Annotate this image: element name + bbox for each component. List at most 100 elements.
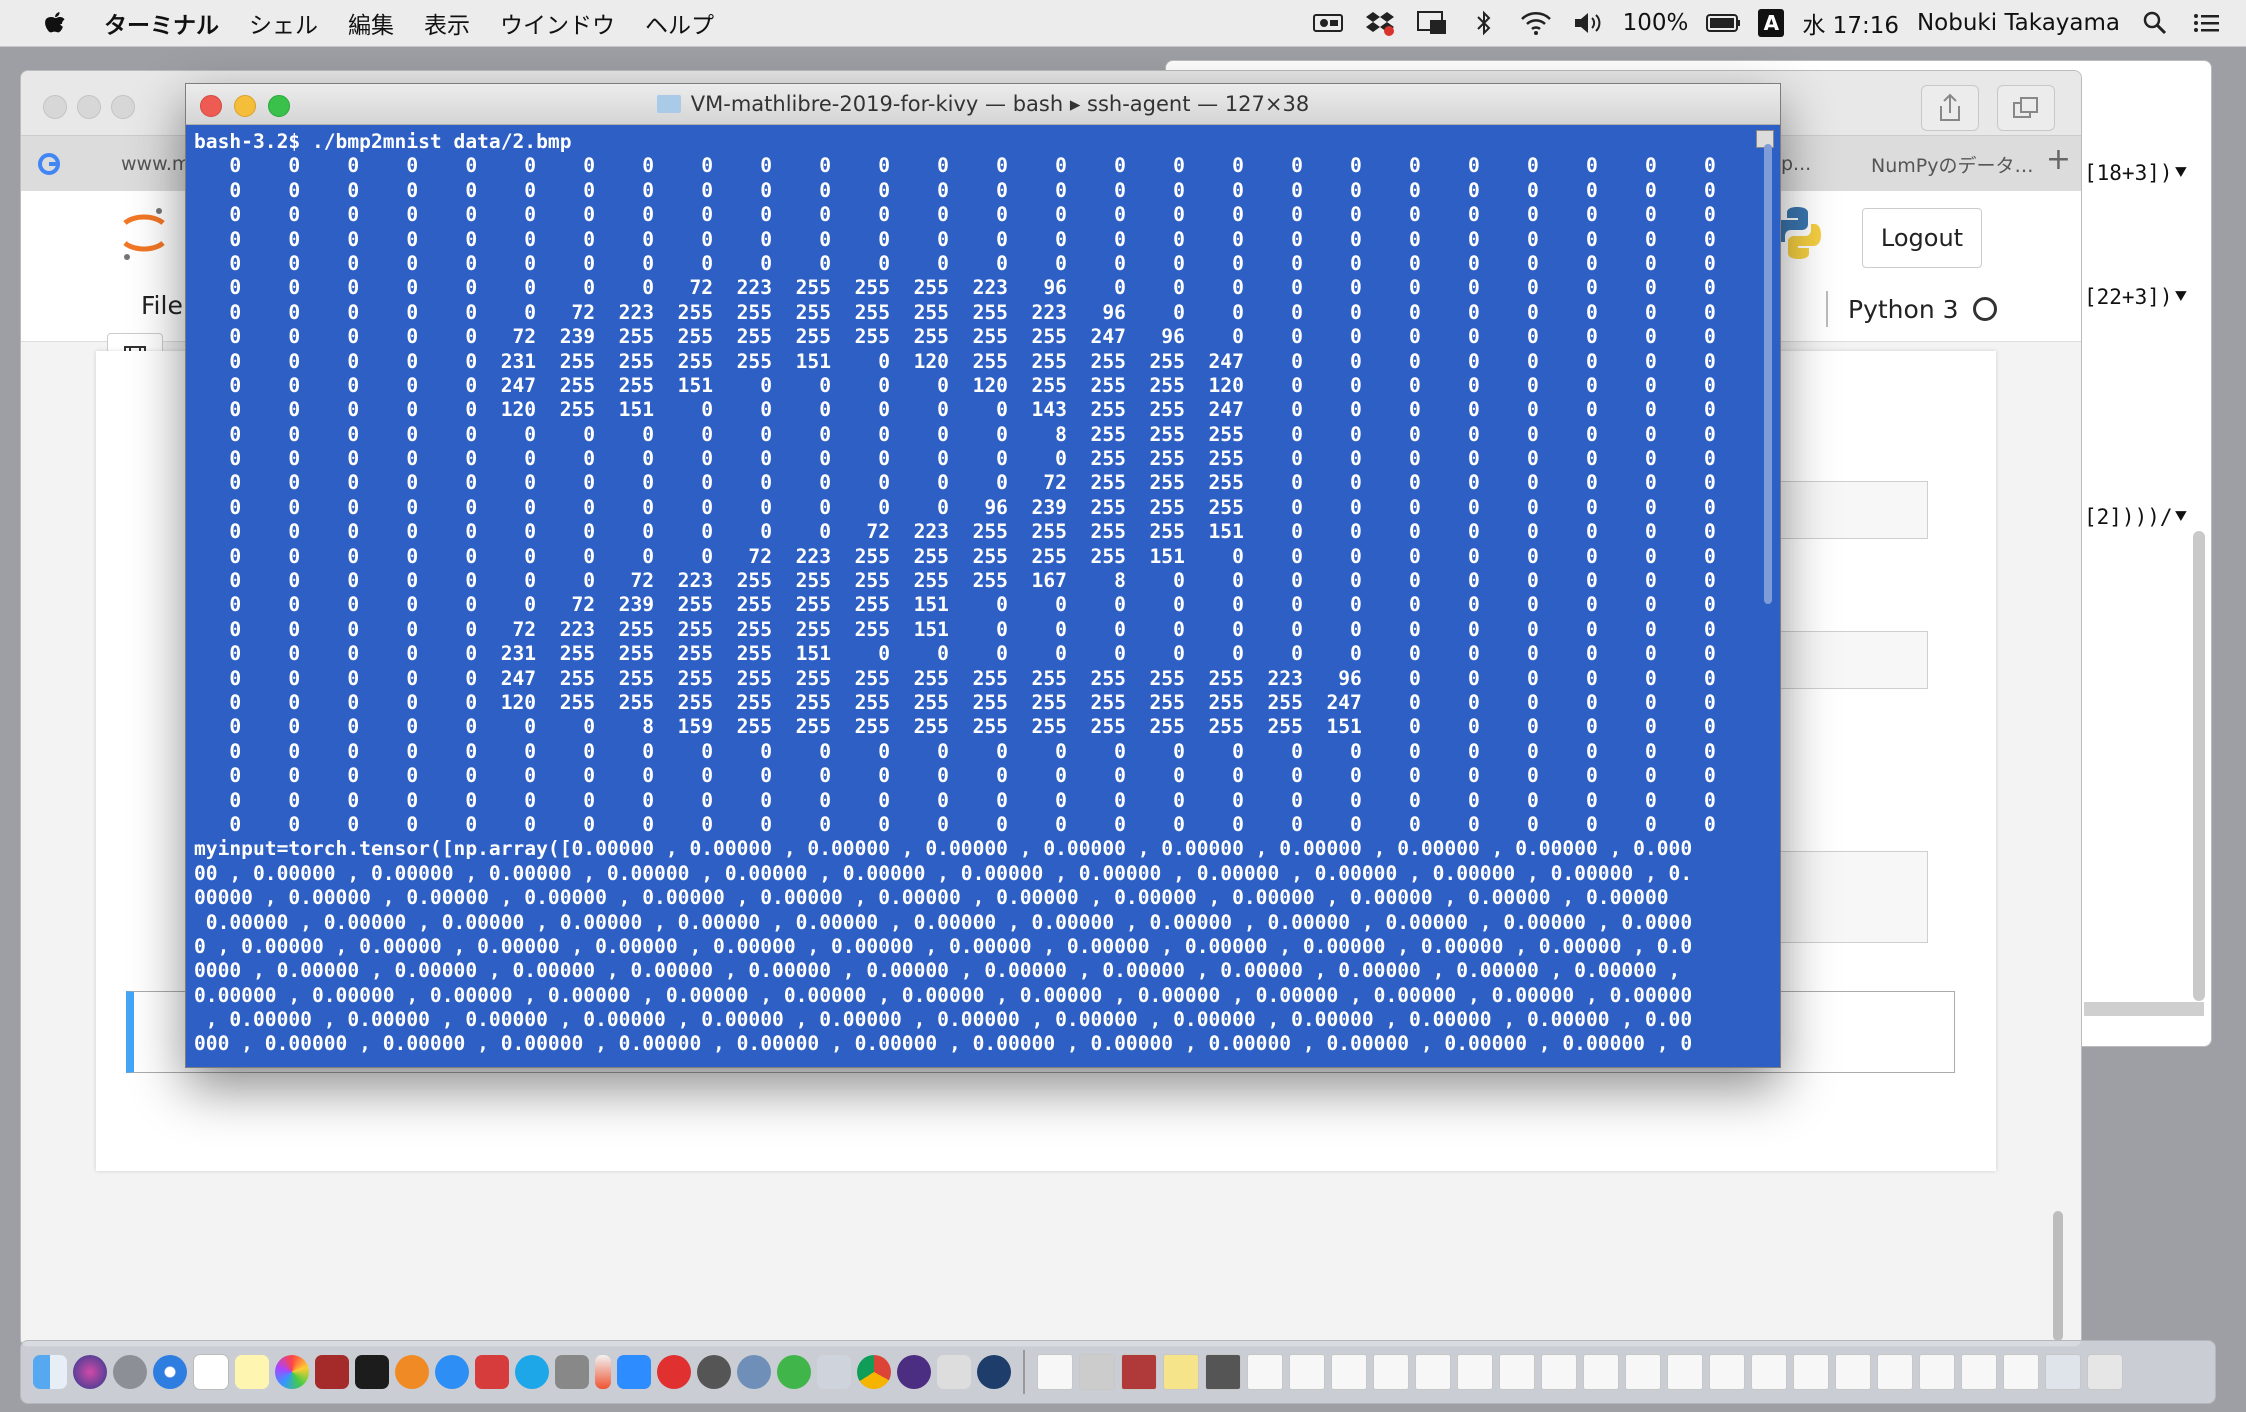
terminal-output[interactable]: bash-3.2$ ./bmp2mnist data/2.bmp 0 0 0 0… (194, 130, 1746, 1060)
terminal-window[interactable]: VM-mathlibre-2019-for-kivy — bash ▸ ssh-… (185, 83, 1781, 1068)
document-icon[interactable] (1793, 1354, 1829, 1390)
user-name[interactable]: Nobuki Takayama (1917, 10, 2120, 36)
terminal-line: 0000 , 0.00000 , 0.00000 , 0.00000 , 0.0… (194, 959, 1693, 983)
document-icon[interactable] (1247, 1354, 1283, 1390)
tool-icon[interactable] (555, 1355, 589, 1389)
screen-record-icon[interactable] (1311, 8, 1345, 38)
terminal-minimize-button[interactable] (234, 95, 256, 117)
jupyter-logo-icon[interactable] (119, 203, 169, 267)
terminal-app-icon[interactable] (355, 1355, 389, 1389)
document-icon[interactable] (1709, 1354, 1745, 1390)
refresh-icon[interactable] (777, 1355, 811, 1389)
document-icon[interactable] (1121, 1354, 1157, 1390)
menu-view[interactable]: 表示 (424, 6, 470, 40)
terminal-zoom-button[interactable] (268, 95, 290, 117)
dropbox-icon[interactable] (1363, 8, 1397, 38)
document-icon[interactable] (1163, 1354, 1199, 1390)
calendar-icon[interactable] (193, 1354, 229, 1390)
terminal-line: 0 0 0 0 0 0 0 0 0 0 0 0 0 0 72 255 255 2… (194, 471, 1746, 495)
browser-scrollbar[interactable] (2053, 1211, 2063, 1341)
x11-icon[interactable] (937, 1355, 971, 1389)
preferences-icon[interactable] (475, 1355, 509, 1389)
document-icon[interactable] (2003, 1354, 2039, 1390)
terminal-close-button[interactable] (200, 95, 222, 117)
printer-icon[interactable] (817, 1355, 851, 1389)
trash-icon[interactable] (2087, 1354, 2123, 1390)
safari-icon[interactable] (153, 1355, 187, 1389)
tab-overview-button[interactable] (1997, 85, 2055, 131)
document-icon[interactable] (1331, 1354, 1367, 1390)
battery-icon[interactable] (1706, 8, 1741, 38)
bluetooth-icon[interactable] (1467, 8, 1501, 38)
browser-close-button[interactable] (43, 95, 67, 119)
input-mode-indicator[interactable]: A (1758, 9, 1785, 37)
launchpad-icon[interactable] (113, 1355, 147, 1389)
terminal-line: 0 0 0 0 0 120 255 151 0 0 0 0 0 0 143 25… (194, 398, 1746, 422)
document-icon[interactable] (1751, 1354, 1787, 1390)
menu-help[interactable]: ヘルプ (645, 6, 714, 40)
r-studio-icon[interactable] (737, 1355, 771, 1389)
terminal-titlebar[interactable]: VM-mathlibre-2019-for-kivy — bash ▸ ssh-… (186, 84, 1780, 125)
share-button[interactable] (1921, 85, 1979, 131)
background-terminal-line: [2])))/⯆ (2084, 505, 2190, 529)
document-icon[interactable] (1877, 1354, 1913, 1390)
eclipse-icon[interactable] (897, 1355, 931, 1389)
logout-button[interactable]: Logout (1862, 208, 1982, 268)
volume-icon[interactable] (1571, 8, 1605, 38)
menu-edit[interactable]: 編集 (348, 6, 394, 40)
document-icon[interactable] (1667, 1354, 1703, 1390)
document-icon[interactable] (1499, 1354, 1535, 1390)
vlc-icon[interactable] (395, 1355, 429, 1389)
apple-menu-icon[interactable] (34, 3, 74, 43)
document-icon[interactable] (1373, 1354, 1409, 1390)
document-icon[interactable] (1037, 1354, 1073, 1390)
terminal-line: 0 0 0 0 0 0 0 0 0 0 0 72 223 255 255 255… (194, 520, 1746, 544)
document-icon[interactable] (1625, 1354, 1661, 1390)
document-icon[interactable] (1961, 1354, 1997, 1390)
pen-icon[interactable] (595, 1355, 611, 1389)
document-icon[interactable] (1583, 1354, 1619, 1390)
menu-window[interactable]: ウインドウ (500, 6, 615, 40)
document-icon[interactable] (1205, 1354, 1241, 1390)
document-icon[interactable] (1457, 1354, 1493, 1390)
photo-booth-icon[interactable] (315, 1355, 349, 1389)
quicktime-icon[interactable] (977, 1355, 1011, 1389)
wifi-icon[interactable] (1519, 8, 1553, 38)
browser-tab[interactable]: www.m (121, 144, 190, 184)
menu-shell[interactable]: シェル (249, 6, 318, 40)
app-store-icon[interactable] (435, 1355, 469, 1389)
display-dock-icon[interactable] (2045, 1354, 2081, 1390)
terminal-line: 00000 , 0.00000 , 0.00000 , 0.00000 , 0.… (194, 886, 1681, 910)
document-icon[interactable] (1541, 1354, 1577, 1390)
terminal-scrollbar[interactable] (1764, 144, 1772, 604)
display-icon[interactable] (1415, 8, 1449, 38)
browser-tab[interactable]: p... (1781, 144, 1811, 184)
browser-minimize-button[interactable] (77, 95, 101, 119)
document-icon[interactable] (1415, 1354, 1451, 1390)
google-icon (37, 144, 61, 184)
document-icon[interactable] (1919, 1354, 1955, 1390)
background-terminal-scrollbar[interactable] (2193, 531, 2205, 1001)
siri-icon[interactable] (73, 1355, 107, 1389)
zoom-app-icon[interactable] (617, 1355, 651, 1389)
notes-icon[interactable] (235, 1355, 269, 1389)
new-tab-icon[interactable]: + (2046, 142, 2071, 177)
document-icon[interactable] (1289, 1354, 1325, 1390)
terminal-title-text: VM-mathlibre-2019-for-kivy — bash ▸ ssh-… (690, 92, 1310, 116)
document-icon[interactable] (1835, 1354, 1871, 1390)
browser-zoom-button[interactable] (111, 95, 135, 119)
finder-icon[interactable] (33, 1355, 67, 1389)
browser-tab[interactable]: NumPyのデータ… (1871, 144, 2033, 184)
file-menu[interactable]: File (141, 291, 183, 320)
menu-app-name[interactable]: ターミナル (104, 6, 219, 40)
spotlight-search-icon[interactable] (2138, 8, 2172, 38)
photos-icon[interactable] (275, 1355, 309, 1389)
document-icon[interactable] (1079, 1354, 1115, 1390)
f5-icon[interactable] (657, 1355, 691, 1389)
system-icon[interactable] (697, 1355, 731, 1389)
clock[interactable]: 水 17:16 (1802, 6, 1899, 40)
skype-icon[interactable] (515, 1355, 549, 1389)
background-terminal-hscrollbar[interactable] (2084, 1002, 2204, 1016)
chrome-icon[interactable] (857, 1355, 891, 1389)
notification-center-icon[interactable] (2190, 8, 2224, 38)
